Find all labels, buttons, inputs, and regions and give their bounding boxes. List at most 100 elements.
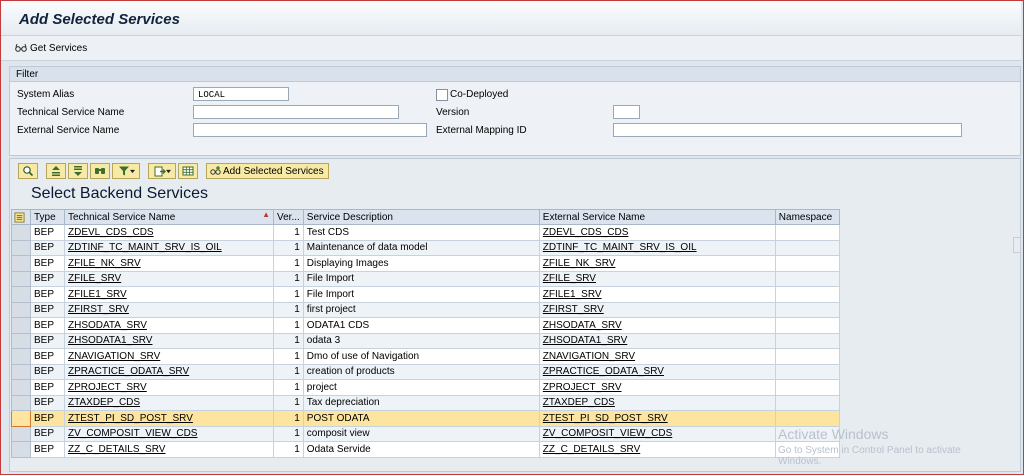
table-row[interactable]: BEP ZPRACTICE_ODATA_SRV 1 creation of produ… xyxy=(11,363,840,380)
table-row[interactable]: BEP ZPROJECT_SRV 1 project ZPROJECT_SRV xyxy=(11,379,840,396)
cell-external-service-name[interactable]: ZNAVIGATION_SRV xyxy=(538,348,776,365)
cell-service-description-text: Odata Servide xyxy=(306,443,371,455)
table-row[interactable]: BEP ZTAXDEP_CDS 1 Tax depreciation ZTAXDEP_C… xyxy=(11,394,840,411)
cell-technical-service-name-text: ZFILE_NK_SRV xyxy=(68,257,141,269)
row-selector[interactable] xyxy=(11,394,31,411)
cell-external-service-name[interactable]: ZDTINF_TC_MAINT_SRV_IS_OIL xyxy=(538,239,776,256)
table-row[interactable]: BEP ZDEVL_CDS_CDS 1 Test CDS ZDEVL_CDS_CDS xyxy=(11,224,840,241)
row-selector[interactable] xyxy=(11,239,31,256)
technical-service-name-field[interactable] xyxy=(193,105,399,119)
row-selector[interactable] xyxy=(11,301,31,318)
cell-technical-service-name-text: ZDTINF_TC_MAINT_SRV_IS_OIL xyxy=(68,242,222,254)
cell-external-service-name[interactable]: ZFILE_SRV xyxy=(538,270,776,287)
cell-version: 1 xyxy=(273,410,304,427)
system-alias-field[interactable]: LOCAL xyxy=(193,87,289,101)
cell-technical-service-name-text: ZZ_C_DETAILS_SRV xyxy=(68,443,166,455)
cell-technical-service-name[interactable]: ZDEVL_CDS_CDS xyxy=(64,224,274,241)
column-header-version[interactable]: Ver... xyxy=(273,209,304,225)
sort-descending-button[interactable] xyxy=(68,163,88,179)
cell-version: 1 xyxy=(273,224,304,241)
get-services-button[interactable]: Get Services xyxy=(15,41,87,55)
cell-external-service-name[interactable]: ZFILE1_SRV xyxy=(538,286,776,303)
filter-button[interactable] xyxy=(112,163,140,179)
cell-technical-service-name[interactable]: ZDTINF_TC_MAINT_SRV_IS_OIL xyxy=(64,239,274,256)
row-selector[interactable] xyxy=(11,255,31,272)
scrollbar[interactable] xyxy=(1013,237,1021,253)
cell-technical-service-name[interactable]: ZFILE1_SRV xyxy=(64,286,274,303)
cell-external-service-name[interactable]: ZFIRST_SRV xyxy=(538,301,776,318)
table-row[interactable]: BEP ZFIRST_SRV 1 first project ZFIRST_SRV xyxy=(11,301,840,318)
row-selector[interactable] xyxy=(11,286,31,303)
row-selector[interactable] xyxy=(11,348,31,365)
cell-technical-service-name[interactable]: ZZ_C_DETAILS_SRV xyxy=(64,441,274,458)
table-header-row: Type Technical Service Name ▲ Ver... Serv… xyxy=(11,209,840,225)
cell-technical-service-name[interactable]: ZHSODATA1_SRV xyxy=(64,332,274,349)
cell-version: 1 xyxy=(273,363,304,380)
cell-external-service-name[interactable]: ZDEVL_CDS_CDS xyxy=(538,224,776,241)
select-all-cell[interactable] xyxy=(11,209,31,225)
filter-section: Filter xyxy=(9,66,1021,156)
cell-technical-service-name[interactable]: ZNAVIGATION_SRV xyxy=(64,348,274,365)
cell-service-description: File Import xyxy=(302,286,540,303)
row-selector[interactable] xyxy=(11,332,31,349)
cell-external-service-name-text: ZDTINF_TC_MAINT_SRV_IS_OIL xyxy=(542,242,697,254)
co-deployed-checkbox[interactable] xyxy=(436,89,448,101)
cell-external-service-name[interactable]: ZHSODATA_SRV xyxy=(538,317,776,334)
column-header-type[interactable]: Type xyxy=(30,209,65,225)
cell-external-service-name[interactable]: ZPROJECT_SRV xyxy=(538,379,776,396)
row-selector[interactable] xyxy=(11,379,31,396)
table-row[interactable]: BEP ZFILE_SRV 1 File Import ZFILE_SRV xyxy=(11,270,840,287)
cell-external-service-name-text: ZNAVIGATION_SRV xyxy=(542,350,636,362)
row-selector[interactable] xyxy=(11,425,31,442)
cell-technical-service-name[interactable]: ZHSODATA_SRV xyxy=(64,317,274,334)
cell-technical-service-name[interactable]: ZV_COMPOSIT_VIEW_CDS xyxy=(64,425,274,442)
cell-external-service-name[interactable]: ZTAXDEP_CDS xyxy=(538,394,776,411)
cell-version-text: 1 xyxy=(294,366,300,378)
cell-external-service-name[interactable]: ZFILE_NK_SRV xyxy=(538,255,776,272)
table-row[interactable]: BEP ZV_COMPOSIT_VIEW_CDS 1 composit view ZV_… xyxy=(11,425,840,442)
cell-technical-service-name[interactable]: ZFIRST_SRV xyxy=(64,301,274,318)
details-button[interactable] xyxy=(18,163,38,179)
column-header-external-service-name[interactable]: External Service Name xyxy=(538,209,776,225)
table-row[interactable]: BEP ZNAVIGATION_SRV 1 Dmo of use of Navigat… xyxy=(11,348,840,365)
cell-external-service-name[interactable]: ZTEST_PI_SD_POST_SRV xyxy=(538,410,776,427)
version-field[interactable] xyxy=(613,105,640,119)
row-selector[interactable] xyxy=(11,441,31,458)
find-button[interactable] xyxy=(90,163,110,179)
cell-external-service-name[interactable]: ZZ_C_DETAILS_SRV xyxy=(538,441,776,458)
row-selector[interactable] xyxy=(11,363,31,380)
table-row[interactable]: BEP ZFILE1_SRV 1 File Import ZFILE1_SRV xyxy=(11,286,840,303)
services-table: Type Technical Service Name ▲ Ver... Serv… xyxy=(11,209,840,458)
sort-ascending-button[interactable] xyxy=(46,163,66,179)
external-service-name-field[interactable] xyxy=(193,123,427,137)
cell-technical-service-name[interactable]: ZTEST_PI_SD_POST_SRV xyxy=(64,410,274,427)
cell-external-service-name-text: ZFIRST_SRV xyxy=(542,304,604,316)
table-row[interactable]: BEP ZTEST_PI_SD_POST_SRV 1 POST ODATA ZTEST_… xyxy=(11,410,840,427)
cell-external-service-name[interactable]: ZHSODATA1_SRV xyxy=(538,332,776,349)
layout-button[interactable] xyxy=(178,163,198,179)
row-selector[interactable] xyxy=(11,410,31,427)
column-header-namespace[interactable]: Namespace xyxy=(774,209,840,225)
row-selector[interactable] xyxy=(11,224,31,241)
row-selector[interactable] xyxy=(11,317,31,334)
row-selector[interactable] xyxy=(11,270,31,287)
cell-external-service-name[interactable]: ZV_COMPOSIT_VIEW_CDS xyxy=(538,425,776,442)
add-selected-services-button[interactable]: Add Selected Services xyxy=(206,163,329,179)
table-row[interactable]: BEP ZHSODATA_SRV 1 ODATA1 CDS ZHSODATA_SRV xyxy=(11,317,840,334)
table-row[interactable]: BEP ZFILE_NK_SRV 1 Displaying Images ZFILE_N… xyxy=(11,255,840,272)
table-row[interactable]: BEP ZDTINF_TC_MAINT_SRV_IS_OIL 1 Maintenanc… xyxy=(11,239,840,256)
export-button[interactable] xyxy=(148,163,176,179)
column-header-technical-service-name-label: Technical Service Name xyxy=(68,211,176,223)
column-header-service-description[interactable]: Service Description xyxy=(302,209,540,225)
column-header-technical-service-name[interactable]: Technical Service Name ▲ xyxy=(64,209,274,225)
table-row[interactable]: BEP ZZ_C_DETAILS_SRV 1 Odata Servide ZZ_C_DE… xyxy=(11,441,840,458)
external-mapping-id-field[interactable] xyxy=(613,123,962,137)
cell-external-service-name[interactable]: ZPRACTICE_ODATA_SRV xyxy=(538,363,776,380)
cell-version: 1 xyxy=(273,317,304,334)
table-row[interactable]: BEP ZHSODATA1_SRV 1 odata 3 ZHSODATA1_SRV xyxy=(11,332,840,349)
cell-technical-service-name[interactable]: ZTAXDEP_CDS xyxy=(64,394,274,411)
cell-technical-service-name[interactable]: ZFILE_SRV xyxy=(64,270,274,287)
cell-technical-service-name[interactable]: ZPRACTICE_ODATA_SRV xyxy=(64,363,274,380)
cell-technical-service-name[interactable]: ZPROJECT_SRV xyxy=(64,379,274,396)
cell-technical-service-name[interactable]: ZFILE_NK_SRV xyxy=(64,255,274,272)
